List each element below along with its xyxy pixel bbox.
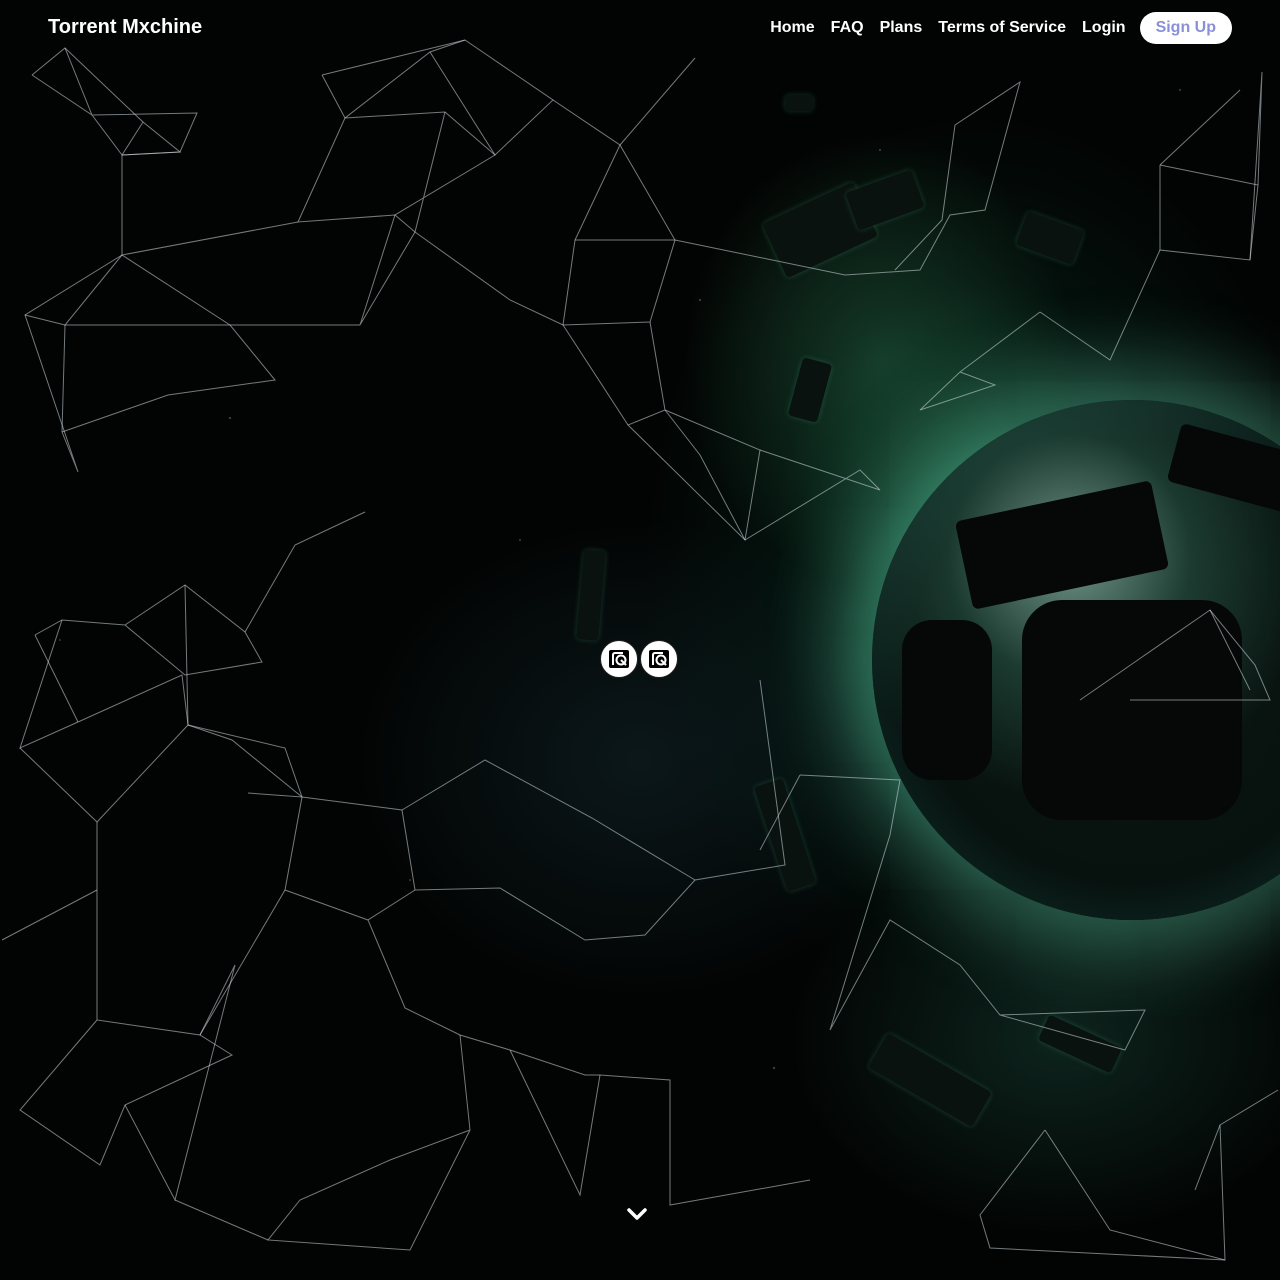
hero-section: Torrent Mxchine Home FAQ Plans Terms of … bbox=[0, 0, 1280, 1280]
main-nav: Home FAQ Plans Terms of Service Login Si… bbox=[762, 12, 1232, 44]
chevron-down-icon[interactable] bbox=[624, 1204, 650, 1224]
chevron-down-glyph bbox=[627, 1208, 647, 1220]
nav-link-home[interactable]: Home bbox=[762, 13, 822, 43]
nav-link-terms[interactable]: Terms of Service bbox=[930, 13, 1074, 43]
nav-link-login[interactable]: Login bbox=[1074, 13, 1134, 43]
center-logos bbox=[600, 640, 678, 678]
torrent-logo-icon bbox=[640, 640, 678, 678]
torrent-logo-icon bbox=[600, 640, 638, 678]
torrent-logo-glyph bbox=[649, 650, 669, 668]
brand-logo-link[interactable]: Torrent Mxchine bbox=[48, 16, 202, 39]
nav-link-faq[interactable]: FAQ bbox=[823, 13, 872, 43]
top-navbar: Torrent Mxchine Home FAQ Plans Terms of … bbox=[0, 0, 1280, 56]
signup-button[interactable]: Sign Up bbox=[1139, 12, 1232, 44]
torrent-logo-glyph bbox=[609, 650, 629, 668]
nav-link-plans[interactable]: Plans bbox=[872, 13, 931, 43]
